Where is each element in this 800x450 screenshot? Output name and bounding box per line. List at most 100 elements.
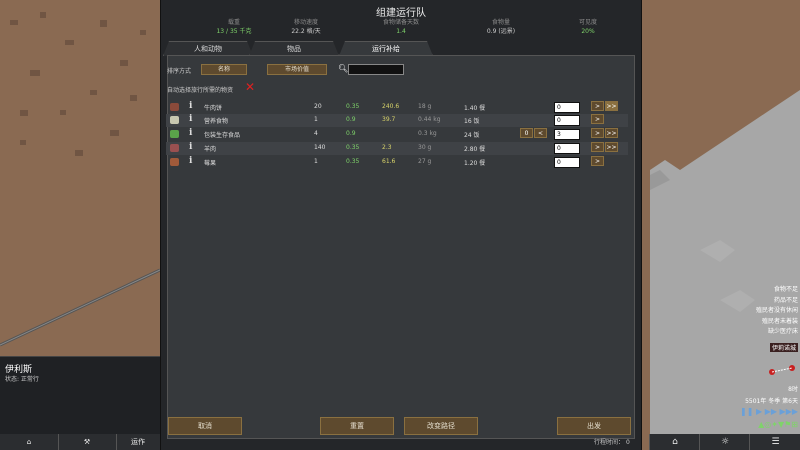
- item-row[interactable]: i 羊肉 140 0.35 2.3 30 g 2.80 餐 0 > >>: [166, 142, 628, 155]
- research-button[interactable]: ☼: [699, 434, 750, 450]
- time-of-day: 8时: [788, 386, 798, 393]
- stat-food-days-value: 1.4: [396, 28, 406, 35]
- item-count: 1: [314, 158, 318, 165]
- alert-apparel[interactable]: 殖民者未着装: [762, 316, 798, 325]
- decrease-button[interactable]: <: [534, 128, 547, 138]
- bottom-left-bar: ⌂ ⚒ 运作: [0, 434, 160, 450]
- overlay-toggles[interactable]: ▲◎✦▼⚑⊞: [758, 420, 798, 429]
- info-icon[interactable]: i: [189, 114, 192, 124]
- travel-time: 行程时间： 0: [594, 437, 630, 446]
- alert-medical-bed[interactable]: 缺少医疗床: [768, 326, 798, 335]
- stat-visibility-label: 可见度: [578, 19, 597, 26]
- pawn-status: 状态: 正常行: [5, 376, 39, 383]
- item-row[interactable]: i 牛肉饼 20 0.35 240.6 18 g 1.40 餐 0 > >>: [166, 101, 628, 114]
- map-label[interactable]: 伊莉诺城: [769, 343, 798, 352]
- stat-forage-label: 食物量: [491, 19, 510, 26]
- stat-food-days: 食物储备天数 1.4: [356, 18, 446, 36]
- tab-supplies[interactable]: 运行补给: [339, 41, 433, 56]
- quantity-field[interactable]: 0: [554, 157, 580, 168]
- alert-medicine[interactable]: 药品不足: [774, 295, 798, 304]
- info-icon[interactable]: i: [189, 101, 192, 111]
- search-icon: 🔍︎: [338, 64, 349, 73]
- world-button[interactable]: ⌂: [649, 434, 700, 450]
- auto-select-label: 自动选择旅行所需的物资: [167, 87, 234, 94]
- alert-recreation[interactable]: 殖民者没有休闲: [756, 305, 798, 314]
- quantity-field[interactable]: 0: [554, 143, 580, 154]
- item-count: 4: [314, 130, 318, 137]
- item-row[interactable]: i 包装生存食品 4 0.9 0.3 kg 24 饭 3 > >> 0 <: [166, 128, 628, 141]
- item-value: 61.6: [382, 158, 396, 165]
- home-button[interactable]: ⌂: [0, 434, 59, 450]
- speed-controls[interactable]: ❚❚ ▶ ▶▶ ▶▶▶: [740, 407, 798, 416]
- item-count: 1: [314, 116, 318, 123]
- item-row[interactable]: i 营养食物 1 0.9 39.7 0.44 kg 16 饭 0 >: [166, 114, 628, 127]
- item-value: 39.7: [382, 116, 396, 123]
- quantity-field[interactable]: 3: [554, 129, 580, 140]
- info-icon[interactable]: i: [189, 156, 192, 166]
- bottom-right-bar: ⌂ ☼ ☰: [649, 434, 800, 450]
- item-weight: 27 g: [418, 158, 432, 165]
- stat-visibility: 可见度 20%: [543, 18, 633, 36]
- item-mass: 0.9: [346, 130, 356, 137]
- stat-speed-value: 22.2 格/天: [291, 28, 321, 35]
- sort-name-button[interactable]: 名称: [201, 64, 247, 75]
- sort-value-button[interactable]: 市场价值: [267, 64, 327, 75]
- item-name: 营养食物: [204, 118, 229, 125]
- factory-icon: ⌂: [672, 437, 678, 447]
- item-name: 羊肉: [204, 146, 217, 153]
- sort-label: 排序方式: [167, 68, 192, 75]
- info-icon[interactable]: i: [189, 128, 192, 138]
- item-mass: 0.35: [346, 103, 360, 110]
- quantity-field[interactable]: 0: [554, 102, 580, 113]
- change-route-button[interactable]: 改变路径: [404, 417, 478, 435]
- item-days: 16 饭: [464, 118, 480, 125]
- item-days: 1.40 餐: [464, 105, 486, 112]
- operate-button[interactable]: 运作: [116, 434, 160, 450]
- close-icon[interactable]: ✕: [245, 80, 255, 94]
- zero-button[interactable]: 0: [520, 128, 533, 138]
- reset-button[interactable]: 重置: [320, 417, 394, 435]
- travel-time-value: 0: [625, 439, 630, 446]
- info-icon[interactable]: i: [189, 142, 192, 152]
- increase-button[interactable]: >: [591, 128, 604, 138]
- item-days: 2.80 餐: [464, 146, 486, 153]
- stat-forage: 食物量 0.9 (远景): [456, 18, 546, 36]
- dialog-title: 组建运行队: [376, 8, 426, 19]
- lightbulb-icon: ☼: [720, 437, 730, 447]
- item-weight: 30 g: [418, 144, 432, 151]
- tab-items[interactable]: 物品: [249, 41, 339, 56]
- item-icon: [170, 144, 179, 152]
- menu-button[interactable]: ☰: [749, 434, 800, 450]
- increase-button[interactable]: >: [591, 114, 604, 124]
- alert-food[interactable]: 食物不足: [774, 284, 798, 293]
- item-icon: [170, 158, 179, 166]
- increase-max-button[interactable]: >>: [605, 101, 618, 111]
- item-weight: 18 g: [418, 103, 432, 110]
- build-button[interactable]: ⚒: [58, 434, 117, 450]
- item-days: 1.20 餐: [464, 160, 486, 167]
- item-row[interactable]: i 莓果 1 0.35 61.6 27 g 1.20 餐 0 >: [166, 156, 628, 169]
- travel-time-label: 行程时间：: [594, 439, 625, 446]
- cancel-button[interactable]: 取消: [168, 417, 242, 435]
- increase-max-button[interactable]: >>: [605, 142, 618, 152]
- increase-max-button[interactable]: >>: [605, 128, 618, 138]
- search-input[interactable]: [348, 64, 404, 75]
- stat-visibility-value: 20%: [581, 28, 595, 35]
- item-mass: 0.35: [346, 144, 360, 151]
- home-icon: ⌂: [26, 438, 32, 446]
- increase-button[interactable]: >: [591, 156, 604, 166]
- depart-button[interactable]: 出发: [557, 417, 631, 435]
- item-value: 240.6: [382, 103, 400, 110]
- increase-button[interactable]: >: [591, 142, 604, 152]
- increase-button[interactable]: >: [591, 101, 604, 111]
- date: 5501年 冬季 第6天: [745, 398, 798, 405]
- item-count: 140: [314, 144, 326, 151]
- stat-speed: 移动速度 22.2 格/天: [261, 18, 351, 36]
- stat-food-days-label: 食物储备天数: [382, 19, 419, 26]
- item-mass: 0.35: [346, 158, 360, 165]
- quantity-field[interactable]: 0: [554, 115, 580, 126]
- item-icon: [170, 103, 179, 111]
- item-name: 牛肉饼: [204, 105, 223, 112]
- tab-pawns[interactable]: 人和动物: [163, 41, 253, 56]
- item-value: 2.3: [382, 144, 392, 151]
